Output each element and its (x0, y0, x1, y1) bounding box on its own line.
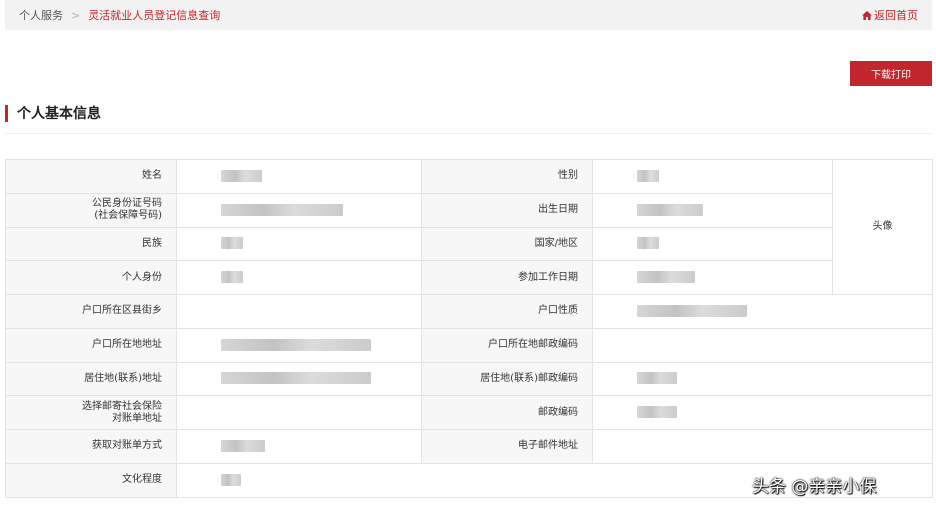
section-divider (5, 133, 932, 134)
redacted-value (637, 203, 703, 216)
value-household-address (176, 327, 422, 363)
back-home-label: 返回首页 (874, 9, 918, 22)
value-household-postcode (592, 327, 933, 363)
label-household-district: 户口所在区县街乡 (5, 294, 177, 329)
value-household-district (176, 294, 422, 329)
label-residence-address: 居住地(联系)地址 (5, 361, 177, 397)
value-residence-address (176, 361, 422, 397)
label-statement-method: 获取对账单方式 (5, 429, 177, 464)
redacted-value (221, 338, 371, 351)
label-mail-address-line1: 选择邮寄社会保险 (82, 400, 162, 412)
redacted-value (221, 271, 243, 284)
redacted-value (221, 439, 265, 452)
redacted-value (637, 372, 677, 385)
label-id-number: 公民身份证号码 (社会保障号码) (5, 192, 177, 228)
home-icon (862, 10, 872, 20)
value-email (592, 429, 933, 464)
value-mail-address (176, 395, 422, 430)
breadcrumb-home-link[interactable]: 个人服务 (19, 7, 63, 23)
value-work-start-date (592, 260, 833, 295)
label-mail-address-line2: 对账单地址 (112, 412, 162, 424)
table-row: 姓名 性别 头像 (5, 159, 933, 295)
label-household-type: 户口性质 (421, 294, 593, 329)
label-gender: 性别 (421, 159, 593, 194)
breadcrumb-current: 灵活就业人员登记信息查询 (88, 9, 221, 22)
redacted-value (221, 237, 243, 250)
label-household-postcode: 户口所在地邮政编码 (421, 327, 593, 363)
redacted-value (637, 169, 659, 182)
redacted-value (637, 304, 747, 317)
label-mail-address: 选择邮寄社会保险 对账单地址 (5, 395, 177, 430)
table-row: 个人身份 参加工作日期 (5, 260, 933, 295)
table-row: 居住地(联系)地址 居住地(联系)邮政编码 (5, 361, 933, 397)
section-title-text: 个人基本信息 (17, 106, 101, 122)
redacted-value (221, 203, 343, 216)
download-print-button[interactable]: 下载打印 (850, 61, 932, 86)
value-country (592, 226, 833, 262)
redacted-value (221, 473, 241, 486)
table-row: 获取对账单方式 电子邮件地址 (5, 429, 933, 464)
breadcrumb: 个人服务 > 灵活就业人员登记信息查询 返回首页 (5, 0, 932, 30)
redacted-value (637, 271, 695, 284)
label-residence-postcode: 居住地(联系)邮政编码 (421, 361, 593, 397)
table-row: 户口所在区县街乡 户口性质 (5, 294, 933, 329)
breadcrumb-separator: > (71, 8, 81, 22)
section-title: 个人基本信息 (5, 103, 101, 123)
label-name: 姓名 (5, 159, 177, 194)
label-postcode: 邮政编码 (421, 395, 593, 430)
value-residence-postcode (592, 361, 933, 397)
label-ethnicity: 民族 (5, 226, 177, 262)
redacted-value (637, 237, 659, 250)
redacted-value (221, 169, 262, 182)
redacted-value (637, 406, 677, 419)
label-work-start-date: 参加工作日期 (421, 260, 593, 295)
value-id-number (176, 192, 422, 228)
label-id-number-line1: 公民身份证号码 (92, 198, 162, 210)
value-name (176, 159, 422, 194)
label-identity: 个人身份 (5, 260, 177, 295)
table-row: 选择邮寄社会保险 对账单地址 邮政编码 (5, 395, 933, 430)
avatar: 头像 (832, 159, 933, 295)
label-birth-date: 出生日期 (421, 192, 593, 228)
back-home-link[interactable]: 返回首页 (862, 0, 918, 30)
table-row: 民族 国家/地区 (5, 226, 933, 262)
watermark: 头条 @亲亲小保 (752, 477, 877, 497)
personal-info-table: 姓名 性别 头像 公民身份证号码 (社会保障号码) 出生日期 民族 国家/地区 … (5, 159, 933, 498)
label-id-number-line2: (社会保障号码) (94, 210, 162, 222)
redacted-value (221, 372, 371, 385)
value-ethnicity (176, 226, 422, 262)
table-row: 公民身份证号码 (社会保障号码) 出生日期 (5, 192, 933, 228)
section-title-marker (5, 104, 8, 122)
value-household-type (592, 294, 933, 329)
value-birth-date (592, 192, 833, 228)
label-country: 国家/地区 (421, 226, 593, 262)
table-row: 户口所在地地址 户口所在地邮政编码 (5, 327, 933, 363)
value-identity (176, 260, 422, 295)
value-gender (592, 159, 833, 194)
value-statement-method (176, 429, 422, 464)
value-postcode (592, 395, 933, 430)
label-household-address: 户口所在地地址 (5, 327, 177, 363)
label-email: 电子邮件地址 (421, 429, 593, 464)
label-education: 文化程度 (5, 462, 177, 498)
